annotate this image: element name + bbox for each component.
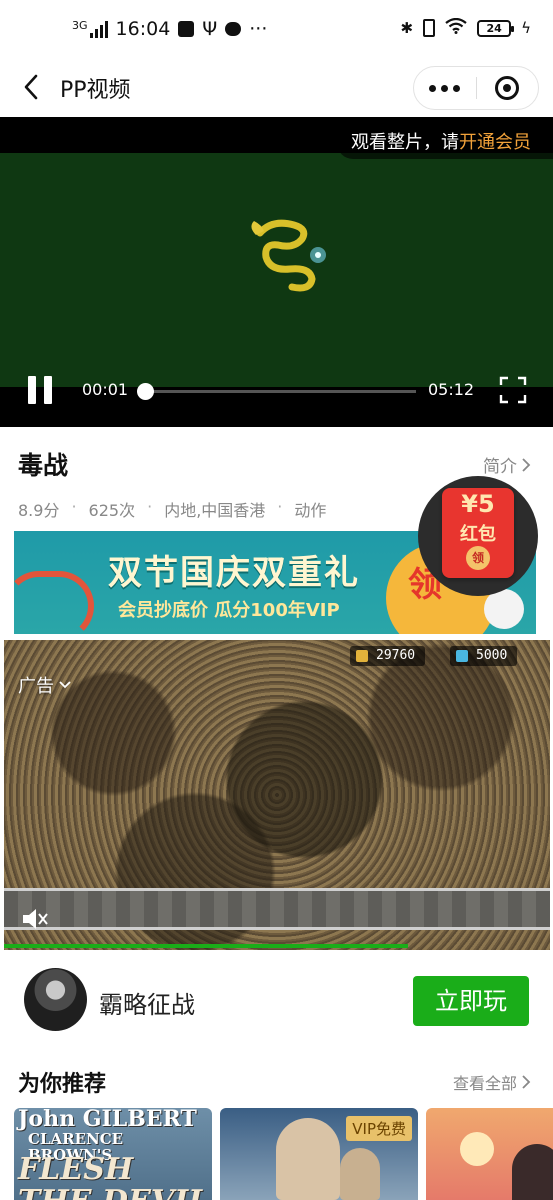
movie-score: 8.9分: [18, 501, 60, 520]
hud-coins: 29760: [350, 646, 426, 666]
red-envelope-seal: 领: [466, 546, 490, 570]
miniprogram-capsule: [413, 66, 539, 110]
vip-prompt-text: 观看整片，请: [351, 132, 459, 153]
wifi-icon: [445, 17, 467, 38]
status-bar: 3G 16:04 Ψ ··· ✱ 24 ϟ: [0, 0, 553, 60]
recommend-card-3[interactable]: [426, 1108, 553, 1200]
mute-button[interactable]: [20, 906, 50, 932]
game-avatar: [24, 968, 87, 1031]
progress-bar[interactable]: [136, 383, 416, 400]
battery-icon: 24: [477, 19, 515, 37]
poster-figure: [340, 1148, 380, 1200]
red-envelope-amount: ¥5: [461, 490, 495, 518]
chevron-down-icon: [59, 681, 71, 689]
status-right: ✱ 24 ϟ: [400, 17, 531, 38]
play-now-button[interactable]: 立即玩: [413, 976, 529, 1026]
fullscreen-icon: [499, 376, 527, 404]
meta-separator: ·: [277, 497, 283, 516]
movie-region: 内地,中国香港: [164, 501, 266, 520]
movie-genre: 动作: [294, 501, 327, 520]
status-left: 3G 16:04 Ψ ···: [72, 18, 267, 40]
chevron-left-icon: [24, 74, 38, 100]
title-bar: PP视频: [0, 60, 553, 116]
vibrate-icon: [423, 19, 436, 37]
current-time: 00:01: [82, 380, 129, 399]
hud-gems: 5000: [450, 646, 518, 666]
recommend-card-1[interactable]: John GILBERT CLARENCE BROWN'S FLESH THE …: [14, 1108, 212, 1200]
bluetooth-icon: ✱: [400, 19, 414, 37]
intro-link[interactable]: 简介: [483, 452, 531, 477]
game-name: 霸略征战: [99, 991, 195, 1019]
rabbit-icon: [484, 589, 524, 629]
dragon-logo-icon: [251, 219, 326, 292]
movie-title: 毒战: [18, 451, 69, 480]
ad-video[interactable]: 广告 29760 5000: [4, 640, 550, 950]
ad-game-row[interactable]: 霸略征战 立即玩: [0, 952, 553, 1048]
player-controls: 00:01 05:12: [0, 367, 553, 413]
back-button[interactable]: [16, 70, 50, 104]
open-vip-link[interactable]: 开通会员: [459, 132, 531, 153]
ad-label[interactable]: 广告: [18, 672, 72, 698]
red-envelope-float[interactable]: ¥5 红包 领: [418, 476, 538, 596]
chat-icon: [225, 22, 242, 36]
duration: 05:12: [428, 380, 475, 399]
see-all-link[interactable]: 查看全部: [453, 1070, 531, 1094]
ad-progress-bar: [4, 944, 409, 948]
poster-figure: [512, 1144, 553, 1200]
chevron-right-icon: [522, 1075, 531, 1089]
vip-prompt-banner[interactable]: 观看整片，请开通会员: [337, 127, 553, 159]
speaker-muted-icon: [23, 909, 48, 929]
ad-label-text: 广告: [18, 676, 54, 697]
more-notifications-icon: ···: [249, 18, 268, 40]
meta-separator: ·: [147, 497, 153, 516]
recommend-card-2[interactable]: VIP免费: [220, 1108, 418, 1200]
clock: 16:04: [115, 18, 171, 40]
target-icon: [495, 76, 520, 100]
signal-icon: [89, 20, 108, 38]
more-menu-button[interactable]: [414, 67, 476, 109]
video-frame[interactable]: [0, 153, 553, 387]
pause-button[interactable]: [28, 376, 54, 404]
poster-sun: [460, 1132, 494, 1166]
poster-text: FLESH THE DEVIL: [18, 1152, 209, 1200]
usb-icon: Ψ: [202, 18, 218, 40]
red-envelope-icon: ¥5 红包 领: [442, 488, 514, 578]
movie-meta: 8.9分 · 625次 · 内地,中国香港 · 动作: [18, 497, 326, 521]
page-title: PP视频: [60, 78, 131, 103]
see-all-label: 查看全部: [452, 1074, 517, 1093]
vip-free-badge: VIP免费: [346, 1116, 412, 1141]
ad-road: [4, 888, 550, 930]
promo-subtitle: 会员抄底价 瓜分100年VIP: [118, 600, 340, 621]
decorative-wave: [14, 571, 94, 634]
poster-text: John GILBERT: [18, 1108, 197, 1132]
fullscreen-button[interactable]: [499, 376, 527, 404]
network-type: 3G: [72, 18, 88, 32]
video-player[interactable]: 观看整片，请开通会员 00:01 05:12: [0, 117, 553, 427]
progress-knob[interactable]: [136, 383, 154, 400]
intro-label: 简介: [483, 457, 517, 477]
chevron-right-icon: [522, 457, 531, 472]
movie-plays: 625次: [88, 501, 136, 520]
red-envelope-label: 红包: [460, 524, 496, 545]
charging-icon: ϟ: [521, 19, 531, 37]
meta-separator: ·: [71, 497, 77, 516]
notification-icon: [178, 21, 195, 37]
poster-figure: [276, 1118, 340, 1200]
recommend-title: 为你推荐: [18, 1072, 107, 1097]
close-miniprogram-button[interactable]: [476, 67, 538, 109]
promo-title: 双节国庆双重礼: [108, 553, 360, 593]
